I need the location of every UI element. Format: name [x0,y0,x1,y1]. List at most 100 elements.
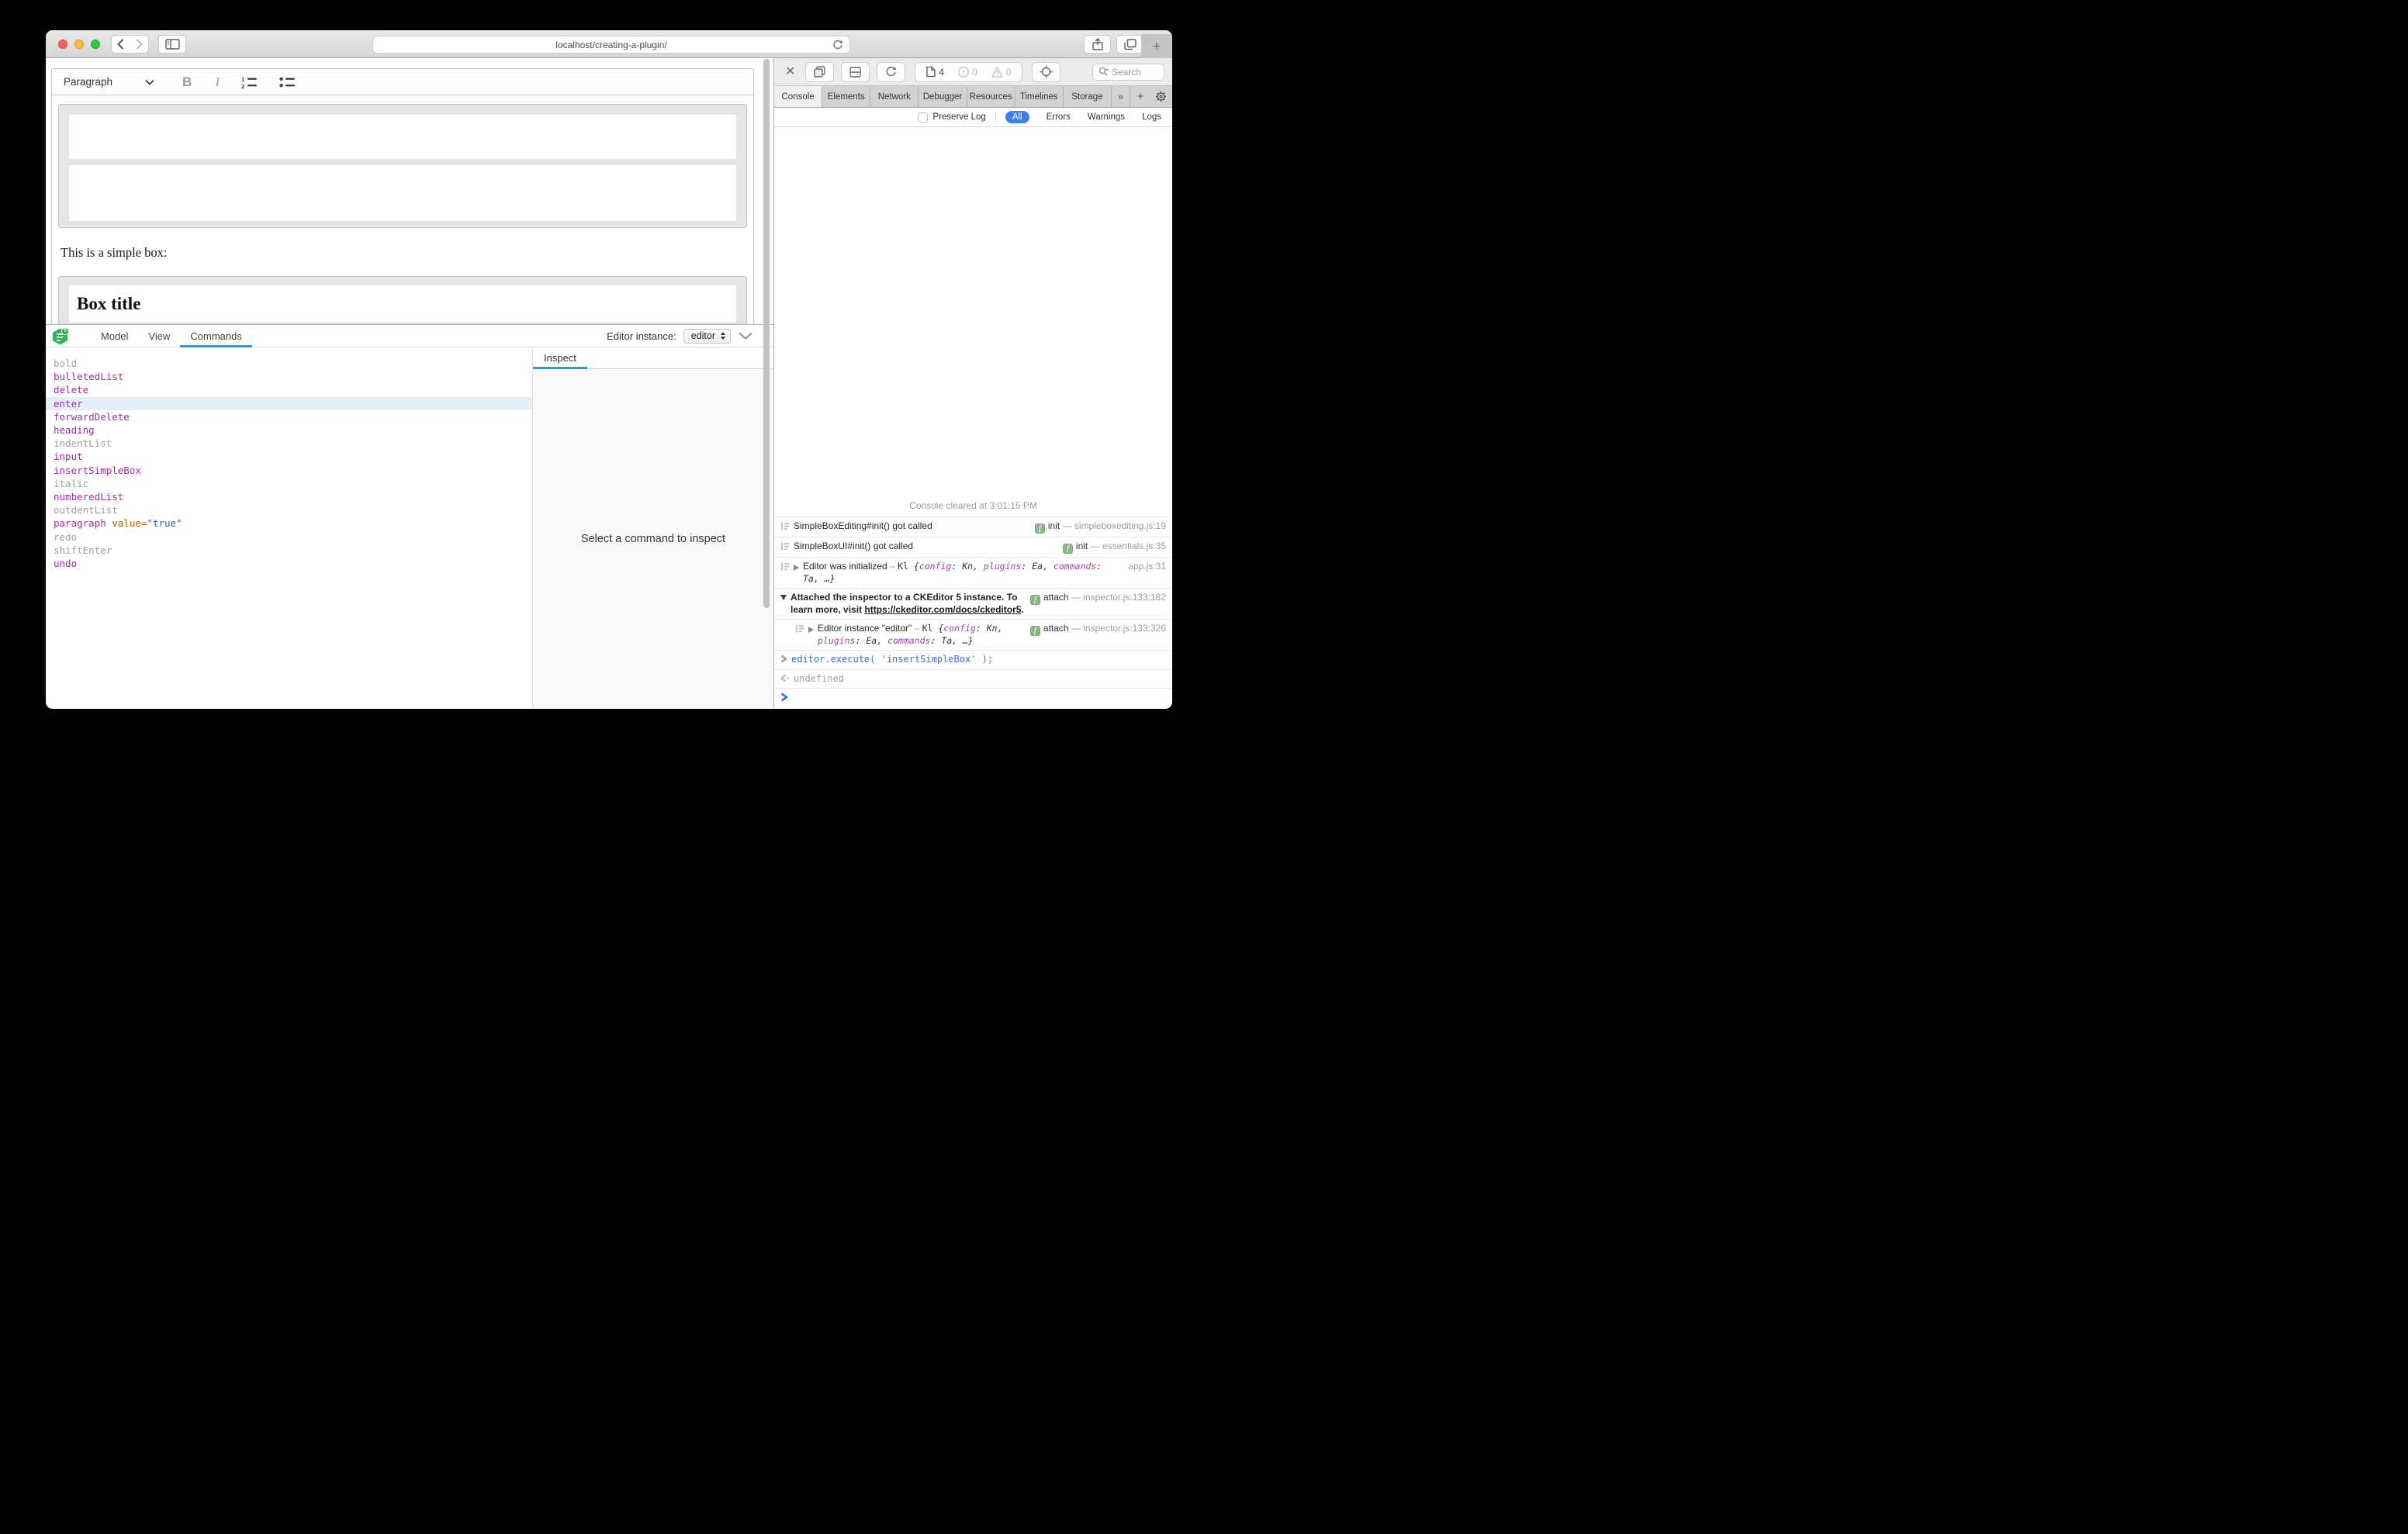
command-item-forwardDelete[interactable]: forwardDelete [46,410,532,423]
console-row-log[interactable]: Editor instance "editor" – Kl {config: K… [774,619,1172,650]
simple-box-widget-empty[interactable] [58,104,747,228]
devtools-tab-timelines[interactable]: Timelines [1015,86,1064,107]
heading-dropdown[interactable]: Paragraph [64,76,112,88]
new-tab-button[interactable]: + [1141,34,1172,58]
tab-model[interactable]: Model [91,325,138,347]
add-tab-button[interactable]: + [1130,86,1150,107]
error-count[interactable]: 0 [958,67,977,78]
bold-button[interactable]: B [182,74,192,90]
italic-button[interactable]: I [215,74,220,90]
resource-count[interactable]: 4 [926,66,944,78]
editor-instance-select[interactable]: editor [683,329,731,344]
editor-content[interactable]: This is a simple box: Box title [52,104,753,324]
console-source-location[interactable]: finit — essentials.js:35 [1063,541,1166,554]
command-item-italic[interactable]: italic [46,477,532,490]
zoom-window-button[interactable] [91,40,100,49]
console-row-log[interactable]: Editor was initialized – Kl {config: Kn,… [774,557,1172,588]
detach-devtools-button[interactable] [805,62,834,82]
share-button[interactable] [1084,35,1111,54]
sidebar-toggle-button[interactable] [158,35,186,54]
page-scrollbar[interactable] [763,59,770,608]
detach-window-icon [814,66,825,78]
resource-count-value: 4 [939,67,944,78]
command-item-redo[interactable]: redo [46,530,532,544]
command-item-shiftEnter[interactable]: shiftEnter [46,544,532,557]
svg-text:1: 1 [241,76,244,83]
command-item-numberedList[interactable]: numberedList [46,490,532,503]
disclosure-collapsed-icon[interactable] [794,565,799,571]
dock-bottom-button[interactable] [841,62,870,82]
devtools-tab-elements[interactable]: Elements [822,86,870,107]
command-item-paragraph[interactable]: paragraph value="true" [46,517,532,530]
command-item-input[interactable]: input [46,450,532,463]
disclosure-expanded-icon[interactable] [780,595,787,600]
command-item-enter[interactable]: enter [46,397,532,410]
tab-view[interactable]: View [138,325,180,347]
close-window-button[interactable] [58,40,67,49]
simple-box-title-field[interactable] [69,115,736,159]
console-row-result[interactable]: undefined [774,669,1172,689]
simple-box-widget[interactable]: Box title [58,276,747,324]
command-item-outdentList[interactable]: outdentList [46,503,532,517]
close-devtools-button[interactable]: ✕ [785,64,795,79]
command-item-bold[interactable]: bold [46,357,532,370]
reload-icon [832,40,843,51]
tabs-overflow-button[interactable]: » [1112,86,1130,107]
console-prompt-icon [780,693,788,702]
simple-box-title-field[interactable]: Box title [69,285,736,323]
search-placeholder: Search [1112,67,1141,78]
command-item-undo[interactable]: undo [46,557,532,570]
forward-button[interactable] [130,35,149,54]
tab-commands[interactable]: Commands [180,325,251,347]
preserve-log-checkbox[interactable] [918,112,928,123]
console-link[interactable]: https://ckeditor.com/docs/ckeditor5 [864,604,1021,615]
ckeditor-inspector: 5 ModelViewCommands Editor instance: edi… [46,324,773,708]
devtools-tab-network[interactable]: Network [870,86,919,107]
filter-all[interactable]: All [1005,111,1029,123]
command-item-heading[interactable]: heading [46,423,532,437]
console-row-group[interactable]: Attached the inspector to a CKEditor 5 i… [774,588,1172,619]
numbered-list-button[interactable]: 1 2 [241,76,258,88]
bulleted-list-button[interactable] [279,76,296,88]
function-badge-icon: f [1063,544,1073,554]
console-row-input[interactable]: editor.execute( 'insertSimpleBox' ); [774,650,1172,669]
search-icon [1098,67,1109,77]
command-item-indentList[interactable]: indentList [46,437,532,450]
minimize-window-button[interactable] [74,40,84,49]
back-button[interactable] [111,35,130,54]
console-source-location[interactable]: fattach — inspector.js:133:326 [1030,623,1166,636]
console-row-prompt[interactable] [774,688,1172,708]
filter-errors[interactable]: Errors [1047,112,1071,122]
tab-overview-button[interactable] [1116,35,1143,54]
console-source-location[interactable]: app.js:31 [1128,561,1166,573]
command-item-insertSimpleBox[interactable]: insertSimpleBox [46,464,532,477]
devtools-tab-resources[interactable]: Resources [967,86,1015,107]
devtools-tab-debugger[interactable]: Debugger [919,86,967,107]
element-picker-button[interactable] [1032,62,1060,82]
reload-button[interactable] [832,40,843,51]
console-output: Console cleared at 3:01:15 PM SimpleBoxE… [774,127,1172,708]
reload-page-button[interactable] [877,62,905,82]
console-row-log[interactable]: SimpleBoxEditing#init() got calledfinit … [774,517,1172,537]
devtools-tab-storage[interactable]: Storage [1064,86,1112,107]
filter-warnings[interactable]: Warnings [1088,112,1125,122]
search-input[interactable]: Search [1092,64,1164,81]
address-bar[interactable]: localhost/creating-a-plugin/ [372,36,850,54]
console-source-location[interactable]: fattach — inspector.js:133:182 [1030,592,1166,605]
filter-logs[interactable]: Logs [1142,112,1161,122]
disclosure-collapsed-icon[interactable] [808,627,814,633]
bulleted-list-icon [279,76,296,88]
devtools-tab-console[interactable]: Console [774,86,822,107]
collapse-inspector-button[interactable] [738,332,753,340]
url-text: localhost/creating-a-plugin/ [555,40,666,50]
editor-paragraph[interactable]: This is a simple box: [61,245,747,261]
simple-box-description-field[interactable] [69,165,736,221]
console-row-log[interactable]: SimpleBoxUI#init() got calledfinit — ess… [774,537,1172,557]
warning-count[interactable]: 0 [991,67,1012,78]
settings-gear-button[interactable] [1150,86,1172,107]
tab-inspect[interactable]: Inspect [533,347,587,368]
command-item-bulletedList[interactable]: bulletedList [46,370,532,383]
box-title-text: Box title [69,294,140,314]
console-source-location[interactable]: finit — simpleboxediting.js:19 [1035,520,1166,534]
command-item-delete[interactable]: delete [46,383,532,396]
